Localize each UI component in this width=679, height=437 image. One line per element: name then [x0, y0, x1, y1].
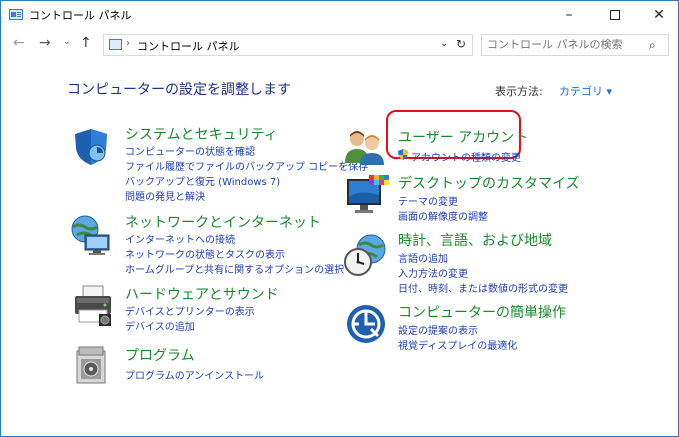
link-add-device[interactable]: デバイスの追加	[125, 318, 195, 333]
breadcrumb-separator[interactable]: ›	[224, 38, 228, 49]
link-devices-printers[interactable]: デバイスとプリンターの表示	[125, 303, 255, 318]
link-backup-restore[interactable]: バックアップと復元 (Windows 7)	[125, 173, 280, 188]
address-dropdown-button[interactable]: ⌄	[440, 38, 448, 49]
link-add-language[interactable]: 言語の追加	[398, 250, 448, 265]
back-button[interactable]: ←	[13, 35, 25, 51]
programs-box-icon[interactable]	[75, 345, 109, 389]
minimize-button[interactable]: –	[547, 1, 591, 29]
link-adjust-resolution[interactable]: 画面の解像度の調整	[398, 208, 488, 223]
link-homegroup-sharing[interactable]: ホームグループと共有に関するオプションの選択	[125, 261, 344, 276]
link-optimize-visual-display[interactable]: 視覚ディスプレイの最適化	[398, 337, 517, 352]
search-input[interactable]	[487, 38, 637, 51]
breadcrumb-separator[interactable]: ›	[126, 38, 130, 49]
up-button[interactable]: ↑	[80, 35, 92, 51]
users-icon[interactable]	[345, 129, 385, 169]
desktop-monitor-icon[interactable]	[345, 175, 389, 221]
category-hardware-sound[interactable]: ハードウェアとサウンド	[125, 284, 279, 304]
forward-button[interactable]: →	[39, 35, 51, 51]
window-title: コントロール パネル	[29, 9, 132, 22]
category-ease-of-access[interactable]: コンピューターの簡単操作	[398, 302, 566, 322]
link-uninstall-program[interactable]: プログラムのアンインストール	[125, 367, 264, 382]
recent-locations-button[interactable]: ⌄	[63, 37, 71, 47]
control-panel-window: コントロール パネル – ✕ ← → ⌄ ↑ › コントロール パネル › ⌄ …	[0, 0, 679, 437]
printer-icon[interactable]	[71, 284, 115, 332]
ease-of-access-icon[interactable]	[345, 303, 387, 349]
uac-shield-icon	[398, 149, 408, 160]
link-show-suggested-settings[interactable]: 設定の提案の表示	[398, 322, 478, 337]
link-connect-internet[interactable]: インターネットへの接続	[125, 231, 235, 246]
maximize-button[interactable]	[593, 1, 637, 29]
link-file-history-backup[interactable]: ファイル履歴でファイルのバックアップ コピーを保存	[125, 158, 368, 173]
link-check-computer-status[interactable]: コンピューターの状態を確認	[125, 143, 255, 158]
category-user-accounts[interactable]: ユーザー アカウント	[398, 127, 528, 147]
title-bar: コントロール パネル – ✕	[1, 1, 678, 29]
view-by-label: 表示方法:	[495, 85, 543, 98]
refresh-button[interactable]: ↻	[456, 37, 466, 51]
page-heading: コンピューターの設定を調整します	[67, 82, 291, 98]
link-change-account-type[interactable]: アカウントの種類の変更	[411, 149, 521, 164]
link-find-fix-problems[interactable]: 問題の発見と解決	[125, 188, 205, 203]
category-network-internet[interactable]: ネットワークとインターネット	[125, 212, 321, 232]
link-change-theme[interactable]: テーマの変更	[398, 193, 458, 208]
link-network-status-tasks[interactable]: ネットワークの状態とタスクの表示	[125, 246, 285, 261]
network-globe-icon[interactable]	[69, 213, 113, 261]
close-button[interactable]: ✕	[637, 1, 679, 29]
search-box[interactable]: ⌕	[481, 34, 669, 56]
address-bar[interactable]: › コントロール パネル › ⌄ ↻	[103, 34, 473, 56]
link-change-input-method[interactable]: 入力方法の変更	[398, 265, 468, 280]
control-panel-small-icon	[109, 39, 122, 50]
category-system-security[interactable]: システムとセキュリティ	[125, 124, 278, 144]
maximize-icon	[610, 10, 620, 20]
navigation-bar: ← → ⌄ ↑ › コントロール パネル › ⌄ ↻ ⌕	[1, 31, 678, 59]
category-programs[interactable]: プログラム	[125, 345, 195, 365]
link-change-date-time-format[interactable]: 日付、時刻、または数値の形式の変更	[398, 280, 568, 295]
control-panel-app-icon	[9, 9, 23, 20]
category-appearance-personalization[interactable]: デスクトップのカスタマイズ	[398, 173, 580, 193]
view-by-dropdown[interactable]: カテゴリ ▾	[559, 83, 612, 99]
shield-icon[interactable]	[71, 127, 111, 171]
clock-globe-icon[interactable]	[343, 233, 389, 283]
search-icon[interactable]: ⌕	[649, 38, 656, 53]
category-clock-language-region[interactable]: 時計、言語、および地域	[398, 230, 552, 250]
